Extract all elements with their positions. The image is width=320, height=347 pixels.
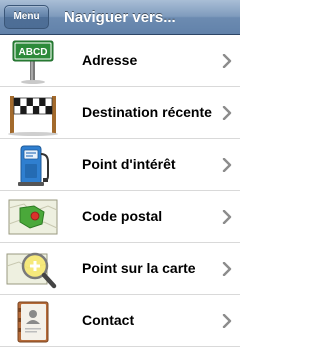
navigation-bar: Menu Naviguer vers... — [0, 0, 240, 35]
chevron-right-icon — [222, 314, 232, 328]
chevron-right-icon — [222, 54, 232, 68]
row-label: Point sur la carte — [82, 260, 196, 276]
fuel-pump-icon — [4, 142, 62, 188]
address-book-icon — [4, 298, 62, 344]
list-item-point-of-interest[interactable]: Point d'intérêt — [0, 139, 240, 191]
chevron-right-icon — [222, 106, 232, 120]
row-label: Contact — [82, 312, 135, 328]
list-item-recent-destination[interactable]: Destination récente — [0, 87, 240, 139]
list-item-point-on-map[interactable]: Point sur la carte — [0, 243, 240, 295]
map-magnifier-icon — [4, 246, 62, 292]
postal-code-map-icon — [4, 194, 62, 240]
list-item-postal-code[interactable]: Code postal — [0, 191, 240, 243]
row-label: Point d'intérêt — [82, 156, 176, 172]
chevron-right-icon — [222, 262, 232, 276]
list-item-contact[interactable]: Contact — [0, 295, 240, 347]
row-label: Destination récente — [82, 104, 212, 120]
list-item-address[interactable]: ABCD Adresse — [0, 35, 240, 87]
row-label: Adresse — [82, 52, 138, 68]
chevron-right-icon — [222, 158, 232, 172]
address-sign-icon: ABCD — [4, 38, 62, 84]
navigation-options-list: ABCD Adresse Destination récente Point d… — [0, 35, 240, 347]
menu-back-button[interactable]: Menu — [4, 5, 49, 29]
checkered-flag-icon — [4, 90, 62, 136]
row-label: Code postal — [82, 208, 163, 224]
chevron-right-icon — [222, 210, 232, 224]
page-title: Naviguer vers... — [64, 9, 176, 26]
address-sign-text: ABCD — [19, 47, 48, 58]
